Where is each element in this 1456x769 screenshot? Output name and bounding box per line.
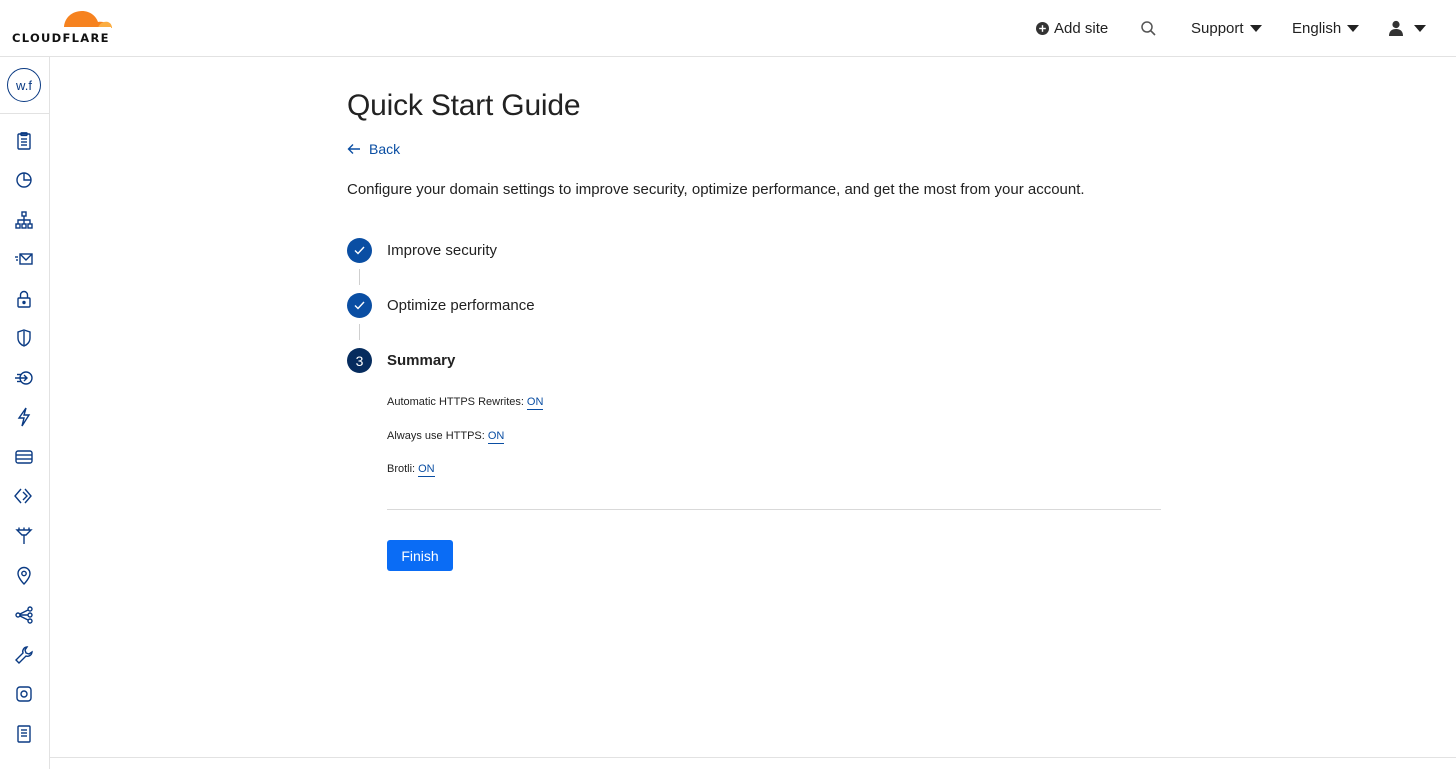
chevron-down-icon <box>1414 24 1426 32</box>
step-complete-check <box>347 293 372 318</box>
summary-row-always-https: Always use HTTPS: ON <box>387 430 505 444</box>
summary-row-brotli: Brotli: ON <box>387 463 435 477</box>
check-icon <box>354 301 365 310</box>
sidebar-item-access[interactable] <box>12 366 36 390</box>
traffic-icon <box>15 606 33 624</box>
finish-button[interactable]: Finish <box>387 540 453 571</box>
summary-row-https-rewrites: Automatic HTTPS Rewrites: ON <box>387 396 544 410</box>
plus-circle-icon <box>1036 21 1049 35</box>
summary-label: Always use HTTPS: <box>387 430 485 442</box>
logo-wordmark: CLOUDFLARE <box>12 31 110 45</box>
back-link[interactable]: Back <box>347 141 400 157</box>
add-site-label: Add site <box>1054 19 1109 37</box>
summary-value-link[interactable]: ON <box>418 463 435 477</box>
cloudflare-logo[interactable]: CLOUDFLARE <box>12 6 114 46</box>
step-connector <box>359 269 360 285</box>
chevron-down-icon <box>1249 24 1262 32</box>
access-icon <box>15 371 33 385</box>
support-label: Support <box>1191 19 1244 37</box>
chevron-down-icon <box>1347 24 1360 32</box>
step-label: Optimize performance <box>387 297 535 314</box>
sidebar-item-ssl[interactable] <box>12 287 36 311</box>
step-complete-check <box>347 238 372 263</box>
summary-value-link[interactable]: ON <box>526 396 544 410</box>
support-menu[interactable]: Support <box>1191 0 1262 56</box>
intro-text: Configure your domain settings to improv… <box>347 181 1085 198</box>
top-bar: CLOUDFLARE Add site Support English <box>0 0 1456 57</box>
step-optimize-performance[interactable]: Optimize performance <box>347 293 535 318</box>
sidebar-item-network[interactable] <box>12 564 36 588</box>
sidebar-item-analytics[interactable] <box>12 168 36 192</box>
user-menu[interactable] <box>1388 0 1426 56</box>
overview-icon <box>17 132 31 150</box>
summary-value-link[interactable]: ON <box>487 430 505 444</box>
sidebar-item-rules[interactable] <box>12 524 36 548</box>
analytics-icon <box>16 172 32 188</box>
sidebar-item-speed[interactable] <box>12 405 36 429</box>
workers-icon <box>14 488 32 504</box>
user-icon <box>1389 20 1403 36</box>
summary-label: Brotli: <box>387 463 416 475</box>
sidebar-divider <box>0 113 49 114</box>
sidebar-item-caching[interactable] <box>12 445 36 469</box>
back-label: Back <box>369 141 401 157</box>
sidebar-item-scrape-shield[interactable] <box>12 722 36 746</box>
sidebar-item-custom-pages[interactable] <box>12 643 36 667</box>
section-divider <box>387 509 1161 510</box>
step-improve-security[interactable]: Improve security <box>347 238 497 263</box>
step-label: Summary <box>387 352 456 369</box>
footer-divider <box>50 757 1456 758</box>
speed-bolt-icon <box>17 407 31 427</box>
scrape-shield-icon <box>17 725 31 743</box>
sidebar-item-traffic[interactable] <box>12 603 36 627</box>
sidebar: w.f <box>0 57 50 769</box>
arrow-left-icon <box>347 144 360 154</box>
step-label: Improve security <box>387 242 498 259</box>
sidebar-item-dns[interactable] <box>12 208 36 232</box>
network-pin-icon <box>17 566 31 585</box>
page-title: Quick Start Guide <box>347 89 581 122</box>
security-shield-icon <box>17 329 31 347</box>
step-summary: 3 Summary <box>347 348 455 373</box>
check-icon <box>354 246 365 255</box>
search-icon <box>1141 20 1156 36</box>
apps-icon <box>16 686 32 702</box>
caching-icon <box>15 450 33 464</box>
language-label: English <box>1292 19 1342 37</box>
sidebar-item-apps[interactable] <box>12 682 36 706</box>
ssl-lock-icon <box>17 290 31 308</box>
sidebar-item-workers[interactable] <box>12 484 36 508</box>
search-button[interactable] <box>1140 0 1157 56</box>
sidebar-item-email[interactable] <box>12 247 36 271</box>
account-badge[interactable]: w.f <box>7 68 41 102</box>
sidebar-item-security[interactable] <box>12 326 36 350</box>
step-connector <box>359 324 360 340</box>
email-icon <box>15 253 33 265</box>
language-menu[interactable]: English <box>1292 0 1360 56</box>
custom-pages-wrench-icon <box>15 646 33 664</box>
add-site-button[interactable]: Add site <box>1036 0 1108 56</box>
sidebar-item-overview[interactable] <box>12 129 36 153</box>
step-number-badge: 3 <box>347 348 372 373</box>
rules-icon <box>15 527 33 544</box>
dns-icon <box>15 211 33 229</box>
summary-label: Automatic HTTPS Rewrites: <box>387 396 524 408</box>
